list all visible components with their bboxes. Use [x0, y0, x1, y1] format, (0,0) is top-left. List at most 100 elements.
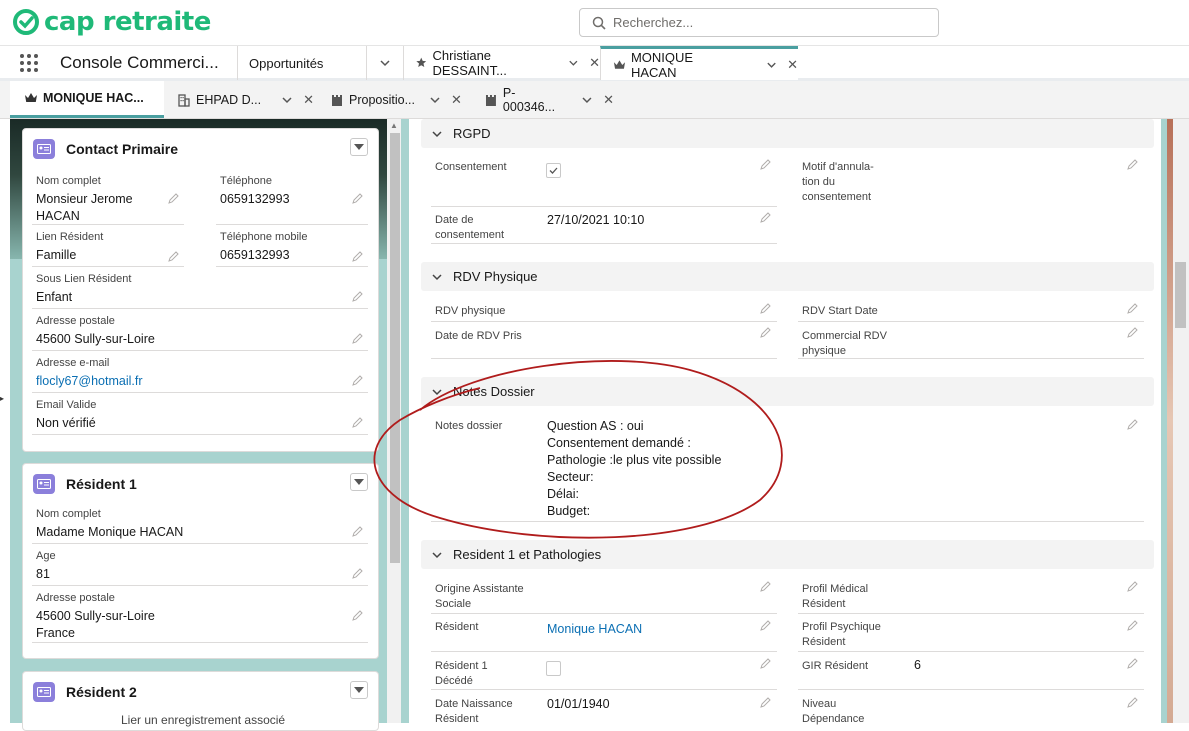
close-icon[interactable]: ✕: [451, 92, 462, 108]
field-value: 27/10/2021 10:10: [547, 213, 645, 227]
scroll-up-icon[interactable]: ▲: [390, 121, 398, 130]
logo[interactable]: cap retraite: [12, 7, 211, 37]
nav-menu-dropdown[interactable]: [366, 46, 403, 80]
global-search[interactable]: [579, 8, 939, 37]
caret-down-icon: [354, 144, 364, 150]
logo-mark-icon: [13, 9, 39, 35]
field-value: Famille: [36, 248, 77, 262]
field-telephone-mobile: Téléphone mobile 0659132993: [216, 230, 368, 267]
field-label: consentement: [802, 191, 872, 203]
link-related-record[interactable]: Lier un enregistrement associé: [121, 713, 285, 727]
close-icon[interactable]: ✕: [603, 92, 614, 108]
edit-pencil-icon[interactable]: [1127, 302, 1139, 314]
chevron-down-icon[interactable]: [766, 59, 777, 71]
nav-tab-monique[interactable]: MONIQUE HACAN ✕: [600, 46, 798, 80]
subtab-monique[interactable]: MONIQUE HAC...: [10, 81, 164, 118]
nav-tab-christiane[interactable]: Christiane DESSAINT... ✕: [403, 46, 600, 80]
right-scrollbar[interactable]: [1173, 119, 1189, 723]
edit-pencil-icon[interactable]: [1127, 657, 1139, 669]
close-icon[interactable]: ✕: [787, 57, 798, 73]
edit-pencil-icon[interactable]: [760, 302, 772, 314]
close-icon[interactable]: ✕: [303, 92, 314, 108]
field-resident-adresse: Adresse postale 45600 Sully-sur-Loire Fr…: [32, 591, 368, 643]
chevron-down-icon[interactable]: [581, 94, 593, 106]
nav-tab-opportunites[interactable]: Opportunités: [237, 46, 367, 80]
field-label: Origine Assistante: [435, 583, 524, 595]
contact-card-icon: [33, 139, 55, 159]
edit-pencil-icon[interactable]: [1127, 619, 1139, 631]
field-label: Nom complet: [36, 508, 101, 520]
edit-pencil-icon[interactable]: [1127, 418, 1139, 430]
edit-pencil-icon[interactable]: [168, 192, 180, 204]
edit-pencil-icon[interactable]: [168, 250, 180, 262]
app-launcher-icon[interactable]: [19, 53, 39, 73]
edit-pencil-icon[interactable]: [1127, 158, 1139, 170]
edit-pencil-icon[interactable]: [760, 657, 772, 669]
consentement-checkbox: [546, 163, 561, 178]
field-resident-nom: Nom complet Madame Monique HACAN: [32, 507, 368, 544]
card-menu-button[interactable]: [350, 681, 368, 699]
search-icon: [592, 16, 606, 30]
email-link[interactable]: flocly67@hotmail.fr: [36, 373, 368, 390]
card-title: Contact Primaire: [66, 141, 179, 157]
subtab-label: Propositio...: [349, 92, 416, 107]
field-label: Résident: [802, 636, 846, 648]
edit-pencil-icon[interactable]: [352, 290, 364, 302]
field-label: Niveau: [802, 698, 837, 710]
section-rgpd-header[interactable]: RGPD: [421, 119, 1154, 148]
field-label: Dépendance: [802, 713, 865, 725]
edit-pencil-icon[interactable]: [352, 332, 364, 344]
edit-pencil-icon[interactable]: [352, 567, 364, 579]
nav-tab-label: Opportunités: [249, 55, 324, 71]
field-label: Téléphone mobile: [220, 231, 308, 243]
edit-pencil-icon[interactable]: [760, 696, 772, 708]
edit-pencil-icon[interactable]: [760, 580, 772, 592]
global-header: cap retraite: [0, 0, 1189, 46]
field-label: Age: [36, 550, 56, 562]
chevron-down-icon[interactable]: [568, 57, 579, 69]
edit-pencil-icon[interactable]: [1127, 580, 1139, 592]
subtab-p000346[interactable]: P-000346... ✕: [464, 81, 614, 118]
edit-pencil-icon[interactable]: [352, 250, 364, 262]
field-value: 0659132993: [220, 192, 290, 206]
field-value: 6: [914, 658, 921, 672]
subtab-ehpad[interactable]: EHPAD D... ✕: [164, 81, 314, 118]
right-scrollbar-thumb[interactable]: [1175, 262, 1186, 328]
field-email-valide: Email Valide Non vérifié: [32, 398, 368, 435]
card-menu-button[interactable]: [350, 138, 368, 156]
edit-pencil-icon[interactable]: [352, 192, 364, 204]
edit-pencil-icon[interactable]: [760, 158, 772, 170]
resident-link[interactable]: Monique HACAN: [547, 621, 642, 638]
crown-icon: [25, 93, 37, 102]
field-label: Résident: [802, 598, 846, 610]
edit-pencil-icon[interactable]: [1127, 696, 1139, 708]
field-label: Téléphone: [220, 175, 272, 187]
edit-pencil-icon[interactable]: [1127, 326, 1139, 338]
subtab-proposition[interactable]: Propositio... ✕: [314, 81, 464, 118]
card-header: Résident 1: [33, 474, 137, 494]
field-label: Décédé: [435, 675, 473, 687]
chevron-down-icon[interactable]: [281, 94, 293, 106]
close-icon[interactable]: ✕: [589, 55, 600, 71]
field-label: RDV Start Date: [802, 305, 878, 317]
edit-pencil-icon[interactable]: [352, 609, 364, 621]
field-label: Motif d'annula-: [802, 161, 874, 173]
subtab-label: EHPAD D...: [196, 92, 262, 107]
section-title: RDV Physique: [453, 269, 538, 284]
field-label: RDV physique: [435, 305, 506, 317]
field-sous-lien-resident: Sous Lien Résident Enfant: [32, 272, 368, 309]
decede-checkbox: [546, 661, 561, 676]
field-label: Adresse e-mail: [36, 357, 110, 369]
panel-splitter-icon[interactable]: ▸: [0, 394, 4, 403]
edit-pencil-icon[interactable]: [760, 211, 772, 223]
chevron-down-icon: [432, 273, 442, 280]
field-label: physique: [802, 345, 847, 357]
search-input[interactable]: [613, 15, 913, 30]
edit-pencil-icon[interactable]: [760, 619, 772, 631]
section-rdv-header[interactable]: RDV Physique: [421, 262, 1154, 291]
chevron-down-icon[interactable]: [429, 94, 441, 106]
field-label: consentement: [435, 229, 505, 241]
field-value: HACAN: [36, 209, 80, 223]
logo-text: cap retraite: [44, 7, 211, 37]
edit-pencil-icon[interactable]: [760, 326, 772, 338]
